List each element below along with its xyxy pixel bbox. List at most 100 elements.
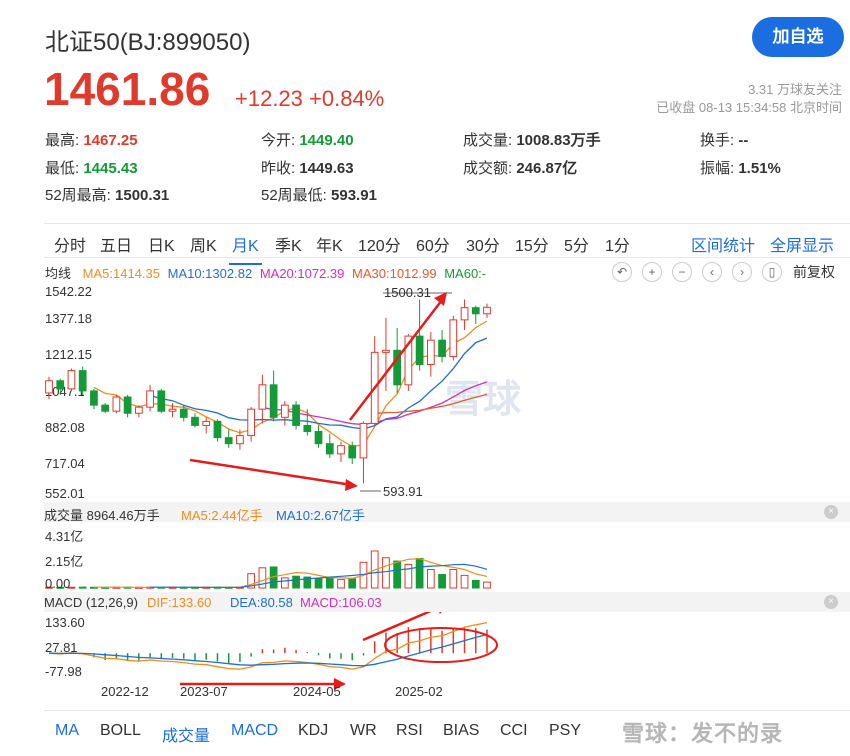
candle-body — [236, 435, 244, 445]
candle-body — [438, 339, 446, 357]
time-axis-label: 2025-02 — [395, 684, 443, 699]
candle-icon[interactable]: ▯ — [762, 262, 782, 282]
scroll-left-icon[interactable]: ‹ — [702, 262, 722, 282]
ma20-line — [262, 381, 488, 426]
candle-body — [426, 339, 435, 366]
price-axis-label: 1542.22 — [45, 284, 92, 299]
min-price-label: 593.91 — [383, 484, 423, 499]
macd-axis-label: -77.98 — [45, 664, 82, 679]
volume-axis-label: 4.31亿 — [45, 529, 84, 544]
tab-60min[interactable]: 60分 — [416, 232, 450, 256]
candle-body — [224, 437, 233, 445]
volume-bar — [179, 586, 188, 589]
tab-15min[interactable]: 15分 — [515, 232, 549, 256]
stat-value: -- — [738, 132, 749, 149]
tab-weekly[interactable]: 周K — [190, 232, 217, 256]
scroll-right-icon[interactable]: › — [732, 262, 752, 282]
stat-label: 成交量: — [463, 132, 513, 149]
volume-ma-lines — [93, 557, 488, 588]
watermark-text: 雪球 — [445, 379, 522, 421]
volume-bar — [78, 586, 87, 589]
undo-icon[interactable]: ↶ — [612, 262, 632, 282]
ma60-value: MA60:- — [444, 266, 487, 281]
tab-volume[interactable]: 成交量 — [162, 722, 210, 746]
volume-ma5-line — [93, 557, 488, 588]
stat-value: 1008.83万手 — [516, 132, 601, 149]
candle-body — [213, 420, 222, 439]
stat-turnover: 换手: -- — [700, 129, 748, 150]
volume-bar — [168, 586, 177, 589]
close-volume-icon[interactable]: × — [824, 505, 838, 519]
candle-body — [348, 445, 357, 459]
volume-bar — [224, 586, 233, 589]
candle-body — [393, 349, 402, 386]
stat-open: 今开: 1449.40 — [261, 129, 354, 150]
tab-1min[interactable]: 1分 — [605, 232, 630, 256]
volume-axis-label: 2.15亿 — [45, 554, 84, 569]
macd-value: MACD:106.03 — [300, 595, 382, 610]
volume-bar — [269, 566, 278, 589]
stat-value: 1.51% — [738, 160, 781, 177]
tab-boll[interactable]: BOLL — [100, 722, 141, 740]
stat-value: 1467.25 — [83, 132, 138, 149]
footer-watermark: 雪球：发不的录 — [622, 721, 784, 746]
candle-body — [382, 349, 390, 353]
tab-5min[interactable]: 5分 — [564, 232, 589, 256]
dif-line — [48, 621, 488, 670]
volume-bar — [314, 578, 323, 589]
max-price-label: 1500.31 — [384, 285, 431, 300]
stat-value: 593.91 — [331, 187, 377, 204]
volume-bar — [348, 578, 357, 589]
stat-label: 今开: — [261, 132, 296, 149]
volume-bar — [393, 560, 402, 589]
tab-quarterly[interactable]: 季K — [275, 232, 302, 256]
tab-daily[interactable]: 日K — [148, 232, 175, 256]
macd-dea: DEA:80.58 — [230, 595, 293, 610]
market-status: 已收盘 08-13 15:34:58 北京时间 — [656, 100, 842, 115]
tab-30min[interactable]: 30分 — [466, 232, 500, 256]
tab-bias[interactable]: BIAS — [443, 722, 479, 740]
ma10-line — [149, 337, 488, 430]
candle-body — [314, 431, 323, 445]
candle-body — [157, 390, 166, 412]
stat-label: 最低: — [45, 160, 80, 177]
candle-body — [449, 319, 458, 357]
tab-wr[interactable]: WR — [350, 722, 377, 740]
tab-rsi[interactable]: RSI — [396, 722, 423, 740]
volume-bar — [303, 576, 312, 589]
range-stats-link[interactable]: 区间统计 — [691, 232, 755, 256]
candle-body — [303, 424, 312, 433]
stat-label: 52周最低: — [261, 187, 327, 204]
add-to-watchlist-button[interactable]: 加自选 — [752, 17, 844, 57]
adjust-mode[interactable]: 前复权 — [793, 262, 835, 282]
tab-macd[interactable]: MACD — [231, 722, 278, 740]
tab-ma[interactable]: MA — [55, 722, 79, 740]
volume-bar — [370, 550, 379, 589]
candle-body — [359, 422, 368, 459]
candle-body — [280, 404, 289, 418]
ma30-value: MA30:1012.99 — [352, 266, 437, 281]
candle-body — [134, 406, 143, 414]
volume-bar — [404, 563, 413, 589]
zoom-out-icon[interactable]: − — [672, 262, 692, 282]
fullscreen-link[interactable]: 全屏显示 — [770, 232, 834, 256]
close-macd-icon[interactable]: × — [824, 595, 838, 609]
tab-yearly[interactable]: 年K — [316, 232, 343, 256]
stat-label: 成交额: — [463, 160, 513, 177]
tab-kdj[interactable]: KDJ — [298, 722, 328, 740]
volume-bar — [146, 586, 154, 589]
zoom-in-icon[interactable]: + — [642, 262, 662, 282]
tab-cci[interactable]: CCI — [500, 722, 528, 740]
tab-120min[interactable]: 120分 — [358, 232, 401, 256]
tab-monthly[interactable]: 月K — [229, 232, 262, 265]
tab-fenshi[interactable]: 分时 — [54, 232, 86, 256]
macd-dif: DIF:133.60 — [147, 595, 212, 610]
volume-bar — [359, 561, 368, 589]
tab-psy[interactable]: PSY — [549, 722, 581, 740]
stat-label: 最高: — [45, 132, 80, 149]
volume-ma10-line — [150, 563, 488, 588]
volume-bar — [123, 586, 132, 589]
ma10-value: MA10:1302.82 — [167, 266, 253, 281]
tab-5day[interactable]: 五日 — [100, 232, 132, 256]
price-axis-label: 552.01 — [45, 486, 85, 501]
